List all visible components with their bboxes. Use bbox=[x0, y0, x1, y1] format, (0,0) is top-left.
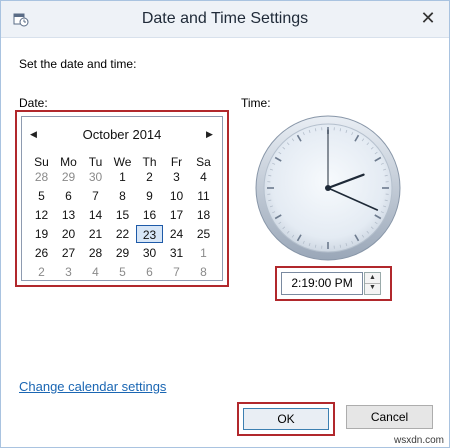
calendar-day[interactable]: 2 bbox=[28, 263, 55, 281]
weekday-header: We bbox=[113, 155, 132, 169]
spin-down-icon[interactable]: ▼ bbox=[365, 283, 380, 293]
calendar-day[interactable]: 8 bbox=[109, 187, 136, 205]
weekday-header: Th bbox=[142, 155, 157, 169]
calendar-day[interactable]: 11 bbox=[190, 187, 217, 205]
time-highlight: 2:19:00 PM ▲ ▼ bbox=[275, 266, 392, 301]
calendar-day[interactable]: 20 bbox=[55, 225, 82, 243]
title-bar: Date and Time Settings ✕ bbox=[1, 1, 449, 38]
calendar-day[interactable]: 18 bbox=[190, 206, 217, 224]
calendar-day[interactable]: 30 bbox=[136, 244, 163, 262]
calendar-day[interactable]: 3 bbox=[55, 263, 82, 281]
weekday-header: Fr bbox=[170, 155, 183, 169]
weekday-header: Su bbox=[34, 155, 49, 169]
calendar-day[interactable]: 17 bbox=[163, 206, 190, 224]
calendar-day[interactable]: 5 bbox=[28, 187, 55, 205]
analog-clock bbox=[255, 115, 401, 261]
weekday-header: Sa bbox=[196, 155, 211, 169]
time-input[interactable]: 2:19:00 PM bbox=[281, 272, 363, 295]
calendar-day[interactable]: 29 bbox=[109, 244, 136, 262]
calendar-day[interactable]: 1 bbox=[190, 244, 217, 262]
ok-highlight: OK bbox=[237, 402, 335, 436]
time-spinner: ▲ ▼ bbox=[364, 272, 381, 295]
next-month-icon[interactable]: ▶ bbox=[206, 129, 216, 139]
calendar-day[interactable]: 25 bbox=[190, 225, 217, 243]
calendar-day[interactable]: 10 bbox=[163, 187, 190, 205]
change-calendar-settings-link[interactable]: Change calendar settings bbox=[19, 379, 166, 394]
calendar-day[interactable]: 13 bbox=[55, 206, 82, 224]
calendar-day[interactable]: 12 bbox=[28, 206, 55, 224]
date-label: Date: bbox=[19, 96, 48, 110]
calendar-day[interactable]: 7 bbox=[163, 263, 190, 281]
close-icon[interactable]: ✕ bbox=[415, 7, 441, 29]
calendar-day[interactable]: 31 bbox=[163, 244, 190, 262]
time-label: Time: bbox=[241, 96, 271, 110]
watermark: wsxdn.com bbox=[393, 435, 444, 446]
ok-button[interactable]: OK bbox=[243, 408, 329, 430]
calendar-day[interactable]: 6 bbox=[55, 187, 82, 205]
calendar-day[interactable]: 2 bbox=[136, 168, 163, 186]
heading-label: Set the date and time: bbox=[19, 57, 137, 71]
calendar-day[interactable]: 28 bbox=[82, 244, 109, 262]
calendar-day[interactable]: 8 bbox=[190, 263, 217, 281]
calendar-day[interactable]: 23 bbox=[136, 225, 163, 243]
weekday-header: Tu bbox=[88, 155, 103, 169]
calendar-day[interactable]: 4 bbox=[190, 168, 217, 186]
calendar-day[interactable]: 1 bbox=[109, 168, 136, 186]
calendar-day[interactable]: 14 bbox=[82, 206, 109, 224]
calendar-day[interactable]: 15 bbox=[109, 206, 136, 224]
calendar-day[interactable]: 19 bbox=[28, 225, 55, 243]
calendar-day[interactable]: 7 bbox=[82, 187, 109, 205]
calendar-day[interactable]: 27 bbox=[55, 244, 82, 262]
date-highlight: ◀ October 2014 ▶ Su Mo Tu We Th Fr Sa 28 29 30 1 2… bbox=[15, 110, 229, 287]
calendar-day[interactable]: 29 bbox=[55, 168, 82, 186]
calendar-day[interactable]: 4 bbox=[82, 263, 109, 281]
weekday-header: Mo bbox=[60, 155, 77, 169]
calendar-day[interactable]: 3 bbox=[163, 168, 190, 186]
month-year-header[interactable]: October 2014 bbox=[22, 127, 222, 142]
calendar-day[interactable]: 30 bbox=[82, 168, 109, 186]
calendar-day[interactable]: 28 bbox=[28, 168, 55, 186]
window-title: Date and Time Settings bbox=[141, 10, 309, 27]
calendar-day[interactable]: 26 bbox=[28, 244, 55, 262]
calendar-day[interactable]: 9 bbox=[136, 187, 163, 205]
calendar-day[interactable]: 5 bbox=[109, 263, 136, 281]
calendar-day[interactable]: 24 bbox=[163, 225, 190, 243]
calendar-day[interactable]: 21 bbox=[82, 225, 109, 243]
calendar: ◀ October 2014 ▶ Su Mo Tu We Th Fr Sa 28 29 30 1 2… bbox=[21, 116, 223, 281]
calendar-day[interactable]: 22 bbox=[109, 225, 136, 243]
calendar-day[interactable]: 6 bbox=[136, 263, 163, 281]
date-time-dialog: Date and Time Settings ✕ Set the date an… bbox=[0, 0, 450, 448]
calendar-day[interactable]: 16 bbox=[136, 206, 163, 224]
cancel-button[interactable]: Cancel bbox=[346, 405, 433, 429]
